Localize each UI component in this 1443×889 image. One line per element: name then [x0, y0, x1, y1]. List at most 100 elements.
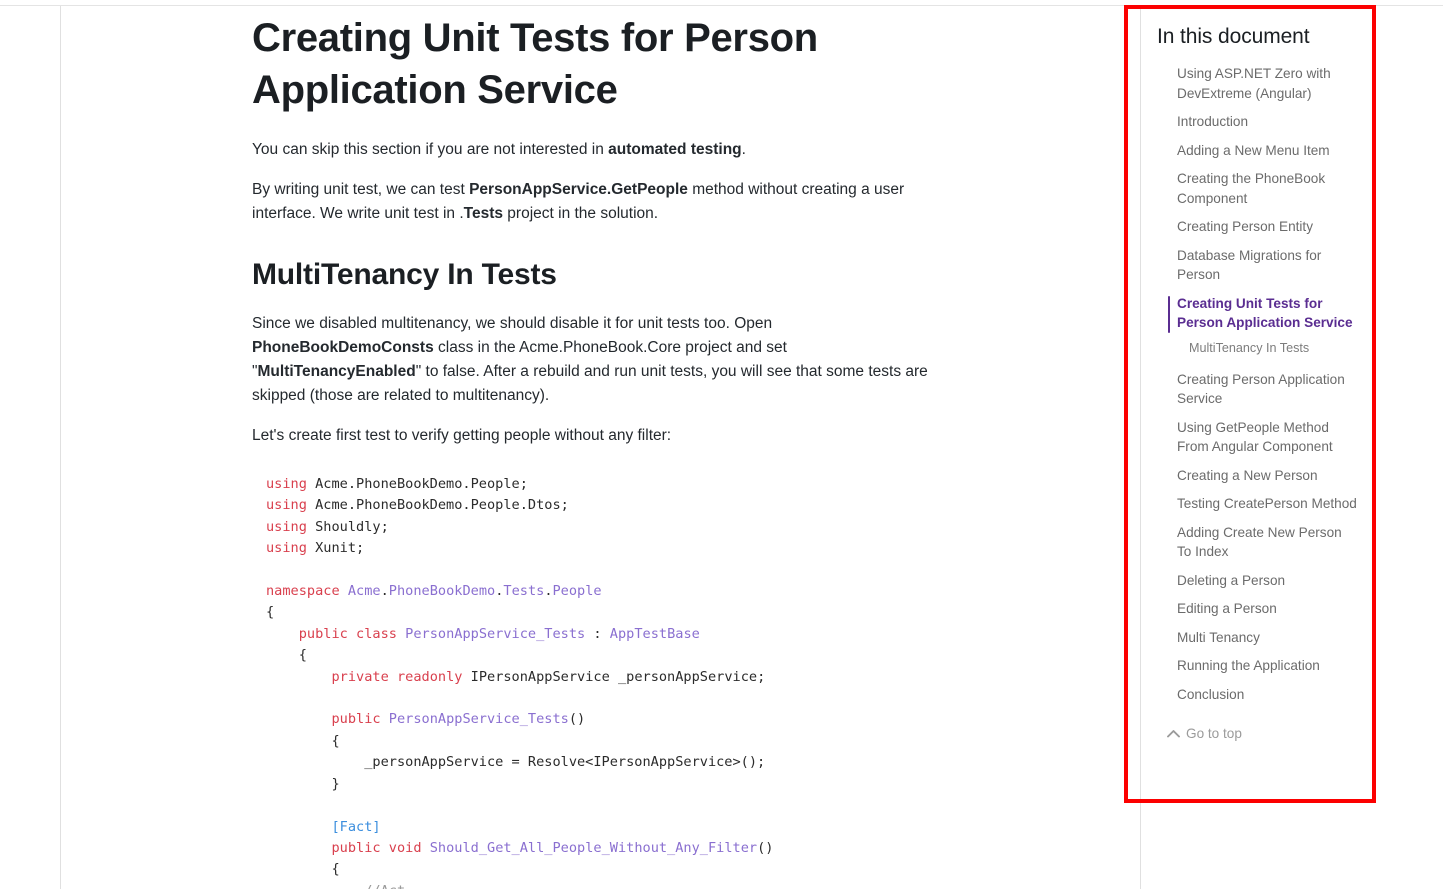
code-token-pln — [397, 626, 405, 642]
toc-link[interactable]: Running the Application — [1177, 656, 1359, 676]
toc-item[interactable]: Deleting a Person — [1157, 571, 1359, 591]
code-token-pln: IPersonAppService _personAppService; — [462, 668, 766, 685]
code-token-type: AppTestBase — [609, 625, 700, 642]
toc-link[interactable]: Using ASP.NET Zero with DevExtreme (Angu… — [1177, 64, 1359, 103]
code-token-pln — [266, 711, 331, 727]
go-to-top-label: Go to top — [1186, 726, 1242, 741]
code-token-pln: { — [266, 647, 307, 664]
toc-item[interactable]: Editing a Person — [1157, 599, 1359, 619]
intro-paragraph-1: You can skip this section if you are not… — [252, 138, 942, 162]
toc-item[interactable]: MultiTenancy In Tests — [1157, 339, 1359, 357]
code-token-pln — [266, 626, 299, 642]
code-line: //Act — [266, 883, 405, 889]
code-token-kw: class — [356, 625, 397, 642]
toc-link[interactable]: Creating Unit Tests for Person Applicati… — [1177, 294, 1359, 333]
code-token-kw: public — [298, 625, 348, 642]
code-line: using Shouldly; — [266, 519, 389, 535]
toc-link[interactable]: Creating a New Person — [1177, 466, 1359, 486]
toc-item[interactable]: Database Migrations for Person — [1157, 246, 1359, 285]
intro-p2-text-a: By writing unit test, we can test — [252, 181, 470, 198]
code-token-pln: () — [757, 839, 774, 856]
code-token-pln: Acme.PhoneBookDemo.People; — [306, 476, 528, 492]
code-line: _personAppService = Resolve<IPersonAppSe… — [266, 754, 765, 770]
documentation-page: Creating Unit Tests for Person Applicati… — [0, 0, 1443, 889]
code-block-csharp: using Acme.PhoneBookDemo.People; using A… — [252, 474, 942, 889]
section-p1-const-ref: MultiTenancyEnabled — [257, 363, 416, 380]
code-token-pln: : — [585, 625, 610, 642]
toc-link[interactable]: Adding Create New Person To Index — [1177, 523, 1359, 562]
code-token-pln: { — [266, 732, 340, 749]
code-token-pln — [266, 669, 331, 685]
toc-item[interactable]: Creating the PhoneBook Component — [1157, 169, 1359, 208]
code-token-type: PhoneBookDemo — [388, 583, 496, 600]
toc-item[interactable]: Adding Create New Person To Index — [1157, 523, 1359, 562]
toc-item[interactable]: Using GetPeople Method From Angular Comp… — [1157, 418, 1359, 457]
toc-item[interactable]: Adding a New Menu Item — [1157, 141, 1359, 161]
article-content: Creating Unit Tests for Person Applicati… — [252, 0, 942, 889]
toc-link[interactable]: Editing a Person — [1177, 599, 1359, 619]
code-token-kw: void — [388, 839, 422, 856]
toc-item-active[interactable]: Creating Unit Tests for Person Applicati… — [1157, 294, 1359, 333]
code-line: { — [266, 732, 340, 749]
toc-list: Using ASP.NET Zero with DevExtreme (Angu… — [1157, 64, 1359, 704]
code-token-type: People — [552, 583, 602, 600]
intro-p2-code-ref: PersonAppService.GetPeople — [469, 181, 688, 198]
toc-item[interactable]: Testing CreatePerson Method — [1157, 494, 1359, 514]
toc-item[interactable]: Introduction — [1157, 112, 1359, 132]
code-line: public class PersonAppService_Tests : Ap… — [266, 626, 700, 642]
toc-item[interactable]: Multi Tenancy — [1157, 628, 1359, 648]
toc-item[interactable]: Creating Person Application Service — [1157, 370, 1359, 409]
left-rail-divider — [60, 6, 61, 889]
code-token-kw: using — [266, 540, 307, 557]
code-token-pln — [381, 840, 389, 856]
toc-link[interactable]: Creating Person Application Service — [1177, 370, 1359, 409]
code-token-kw: using — [266, 497, 307, 514]
code-token-pln — [340, 583, 348, 599]
toc-link[interactable]: Introduction — [1177, 112, 1359, 132]
section-p1-text-a: Since we disabled multitenancy, we shoul… — [252, 315, 773, 332]
toc-link[interactable]: Deleting a Person — [1177, 571, 1359, 591]
toc-link[interactable]: Creating Person Entity — [1177, 217, 1359, 237]
toc-heading: In this document — [1157, 25, 1310, 48]
code-token-kw: using — [266, 476, 307, 492]
code-token-pln — [389, 669, 397, 685]
code-line: [Fact] — [266, 819, 380, 835]
toc-link[interactable]: Conclusion — [1177, 685, 1359, 705]
toc-link[interactable]: MultiTenancy In Tests — [1189, 339, 1359, 357]
table-of-contents: In this document Using ASP.NET Zero with… — [1141, 6, 1373, 802]
code-token-type: PersonAppService_Tests — [388, 711, 569, 728]
chevron-up-icon — [1167, 729, 1180, 738]
code-token-pln: () — [568, 711, 586, 728]
code-token-pln — [266, 840, 331, 856]
toc-link[interactable]: Using GetPeople Method From Angular Comp… — [1177, 418, 1359, 457]
code-token-pln: { — [266, 604, 275, 621]
section-heading-multitenancy: MultiTenancy In Tests — [252, 258, 557, 291]
go-to-top-link[interactable]: Go to top — [1157, 726, 1359, 741]
code-token-pln: } — [266, 775, 340, 792]
toc-item[interactable]: Creating a New Person — [1157, 466, 1359, 486]
toc-link[interactable]: Testing CreatePerson Method — [1177, 494, 1359, 514]
toc-item[interactable]: Using ASP.NET Zero with DevExtreme (Angu… — [1157, 64, 1359, 103]
code-token-pln — [422, 840, 430, 856]
code-token-pln: . — [380, 583, 389, 600]
page-title: Creating Unit Tests for Person Applicati… — [252, 16, 818, 112]
code-token-cmt: //Act — [364, 883, 405, 889]
code-line: { — [266, 861, 339, 877]
code-token-pln — [266, 883, 364, 889]
toc-link[interactable]: Adding a New Menu Item — [1177, 141, 1359, 161]
toc-link[interactable]: Database Migrations for Person — [1177, 246, 1359, 285]
code-token-type: Tests — [503, 583, 545, 600]
code-token-kw: private — [331, 668, 389, 685]
code-line: } — [266, 775, 340, 792]
code-token-type: Acme — [347, 583, 381, 600]
code-token-kw: public — [331, 711, 381, 728]
toc-link[interactable]: Multi Tenancy — [1177, 628, 1359, 648]
code-token-type: PersonAppService_Tests — [405, 625, 586, 642]
intro-p1-text-a: You can skip this section if you are not… — [252, 141, 609, 158]
code-token-type: Should_Get_All_People_Without_Any_Filter — [429, 839, 758, 856]
toc-item[interactable]: Running the Application — [1157, 656, 1359, 676]
toc-item[interactable]: Conclusion — [1157, 685, 1359, 705]
code-line: private readonly IPersonAppService _pers… — [266, 669, 765, 685]
toc-link[interactable]: Creating the PhoneBook Component — [1177, 169, 1359, 208]
toc-item[interactable]: Creating Person Entity — [1157, 217, 1359, 237]
